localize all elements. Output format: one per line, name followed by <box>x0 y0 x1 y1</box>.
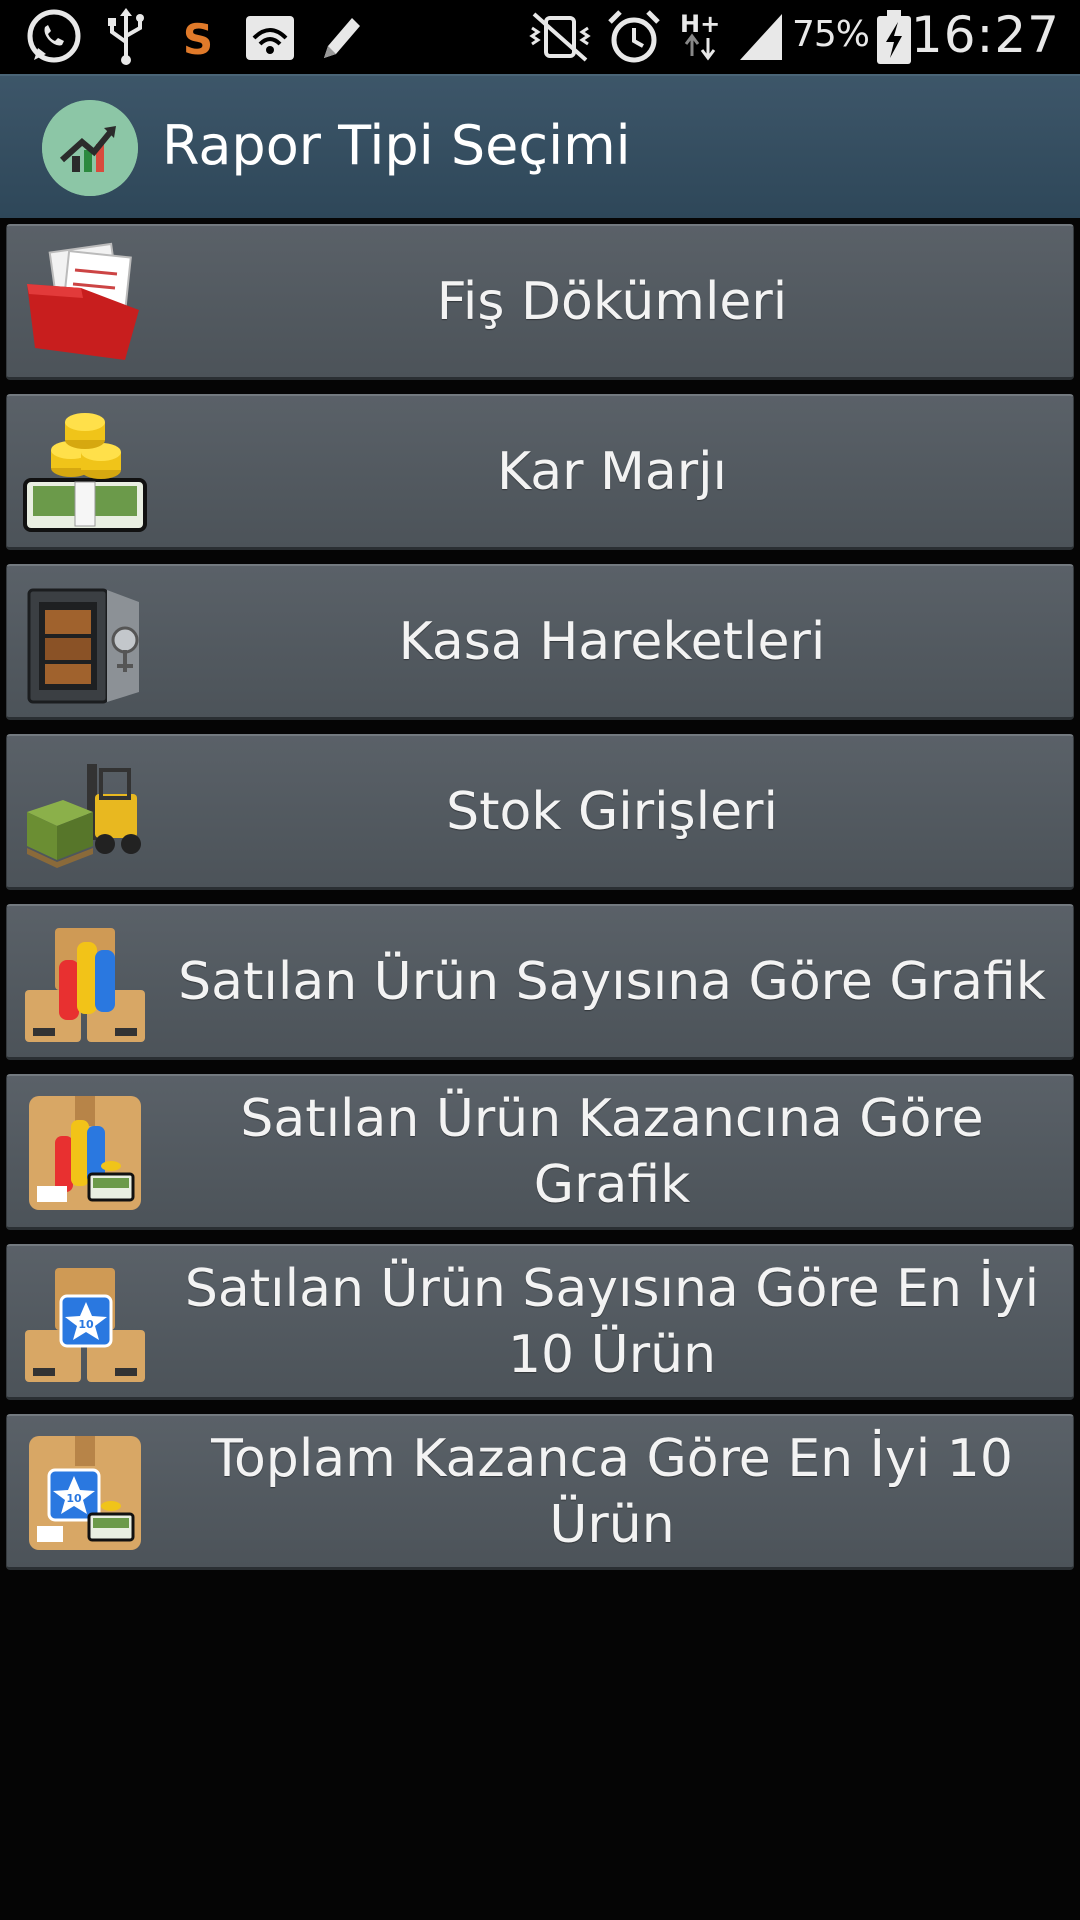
safe-vault-icon <box>27 588 139 704</box>
menu-item-label: Satılan Ürün Sayısına Göre En İyi 10 Ürü… <box>184 1258 1040 1385</box>
signal-icon <box>740 14 782 60</box>
hplus-data-icon: H+ <box>680 10 720 61</box>
menu-item-kar-marji[interactable]: Kar Marjı <box>6 394 1074 550</box>
menu-item-label: Fiş Dökümleri <box>436 271 788 332</box>
alarm-icon <box>608 10 660 63</box>
box-chart-money-icon <box>29 1096 141 1210</box>
coins-money-stack-icon <box>23 413 147 532</box>
s-app-icon: S <box>183 15 213 64</box>
box-top10-money-icon: 10 <box>29 1436 141 1550</box>
menu-item-urun-sayisi-top10[interactable]: 10 Satılan Ürün Sayısına Göre En İyi 10 … <box>6 1244 1074 1400</box>
menu-item-label: Toplam Kazanca Göre En İyi 10 Ürün <box>211 1428 1013 1555</box>
menu-item-urun-kazanci-grafik[interactable]: Satılan Ürün Kazancına Göre Grafik <box>6 1074 1074 1230</box>
pen-icon <box>324 18 360 58</box>
svg-text:10: 10 <box>78 1318 94 1331</box>
menu-item-label: Satılan Ürün Sayısına Göre Grafik <box>178 951 1046 1012</box>
menu-item-label: Satılan Ürün Kazancına Göre Grafik <box>240 1088 984 1215</box>
battery-charging-icon <box>877 10 911 64</box>
chart-trend-logo-icon[interactable] <box>42 100 138 196</box>
svg-text:S: S <box>183 15 213 64</box>
menu-item-fis-dokumleri[interactable]: Fiş Dökümleri <box>6 224 1074 380</box>
forklift-pallet-icon <box>27 764 141 868</box>
menu-item-label: Kasa Hareketleri <box>398 611 826 672</box>
menu-item-label: Stok Girişleri <box>446 781 778 842</box>
wifi-icon <box>246 16 294 60</box>
usb-icon <box>108 8 144 65</box>
menu-item-stok-girisleri[interactable]: Stok Girişleri <box>6 734 1074 890</box>
vibrate-mute-icon <box>529 12 591 62</box>
menu-item-toplam-kazanc-top10[interactable]: 10 Toplam Kazanca Göre En İyi 10 Ürün <box>6 1414 1074 1570</box>
status-bar: S H+ 75% 16:27 <box>0 0 1080 74</box>
boxes-bar-chart-icon <box>25 928 145 1042</box>
menu-item-urun-sayisi-grafik[interactable]: Satılan Ürün Sayısına Göre Grafik <box>6 904 1074 1060</box>
battery-percent: 75% <box>792 14 870 55</box>
clock: 16:27 <box>910 6 1060 64</box>
report-type-list: Fiş Dökümleri Kar Marjı Kasa Hareketleri… <box>6 224 1074 1584</box>
page-title: Rapor Tipi Seçimi <box>162 114 631 177</box>
svg-text:H+: H+ <box>680 10 720 38</box>
menu-item-label: Kar Marjı <box>497 441 727 502</box>
svg-text:10: 10 <box>66 1492 82 1505</box>
boxes-top10-star-icon: 10 <box>25 1268 145 1382</box>
red-folder-receipts-icon <box>27 242 139 360</box>
action-bar: Rapor Tipi Seçimi <box>0 74 1080 218</box>
menu-item-kasa-hareketleri[interactable]: Kasa Hareketleri <box>6 564 1074 720</box>
whatsapp-icon <box>27 9 81 63</box>
